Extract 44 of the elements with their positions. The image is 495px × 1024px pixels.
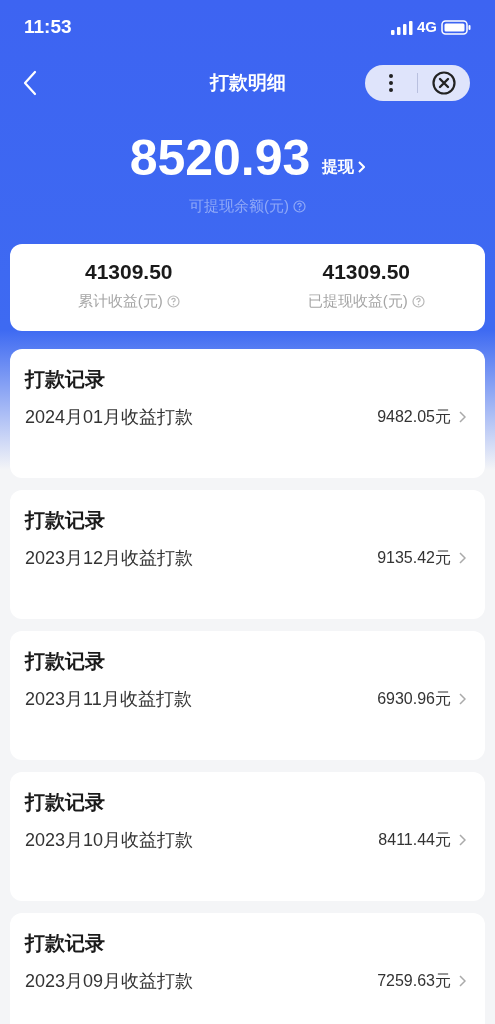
record-card[interactable]: 打款记录 2024月01月收益打款 9482.05元	[10, 348, 485, 478]
record-amount: 9135.42元	[377, 548, 451, 568]
help-icon	[411, 295, 425, 308]
more-icon	[389, 74, 393, 92]
withdraw-link[interactable]: 提现	[322, 155, 366, 183]
record-card[interactable]: 打款记录 2023月10月收益打款 8411.44元	[10, 771, 485, 901]
back-icon	[23, 70, 37, 96]
stat-value: 41309.50	[84, 261, 173, 283]
stat-value: 41309.50	[322, 261, 411, 283]
chevron-icon	[358, 161, 366, 173]
record-amount: 8411.44元	[378, 830, 451, 850]
stat-label: 累计收益(元)	[77, 291, 163, 312]
record-period: 2024月01月收益打款	[25, 405, 194, 429]
network-label: 4G	[417, 17, 437, 38]
record-amount: 7259.63元	[377, 971, 451, 991]
close-icon	[432, 71, 456, 95]
record-title: 打款记录	[25, 648, 105, 674]
record-title: 打款记录	[25, 789, 105, 815]
record-period: 2023月12月收益打款	[25, 546, 194, 570]
record-period: 2023月09月收益打款	[25, 969, 194, 993]
balance-caption: 可提现余额(元)	[189, 196, 289, 216]
record-period: 2023月10月收益打款	[25, 828, 194, 852]
chevron-icon	[459, 693, 466, 705]
chevron-icon	[459, 411, 466, 423]
help-icon	[166, 295, 180, 308]
balance-amount: 8520.93	[129, 133, 311, 183]
record-card[interactable]: 打款记录 2023月12月收益打款 9135.42元	[10, 489, 485, 619]
page-title: 打款明细	[209, 70, 286, 95]
help-icon	[293, 199, 306, 213]
chevron-icon	[459, 834, 466, 846]
record-title: 打款记录	[25, 930, 105, 956]
stat-label: 已提现收益(元)	[307, 291, 408, 312]
chevron-icon	[459, 552, 466, 564]
signal-icon	[391, 20, 413, 35]
record-amount: 9482.05元	[377, 407, 451, 427]
record-title: 打款记录	[25, 366, 105, 392]
record-card[interactable]: 打款记录 2023月11月收益打款 6930.96元	[10, 630, 485, 760]
record-card[interactable]: 打款记录 2023月09月收益打款 7259.63元	[10, 912, 485, 1024]
record-period: 2023月11月收益打款	[25, 687, 192, 711]
record-title: 打款记录	[25, 507, 105, 533]
battery-icon	[441, 20, 471, 35]
chevron-icon	[459, 975, 466, 987]
status-time: 11:53	[24, 15, 72, 40]
record-amount: 6930.96元	[377, 689, 451, 709]
